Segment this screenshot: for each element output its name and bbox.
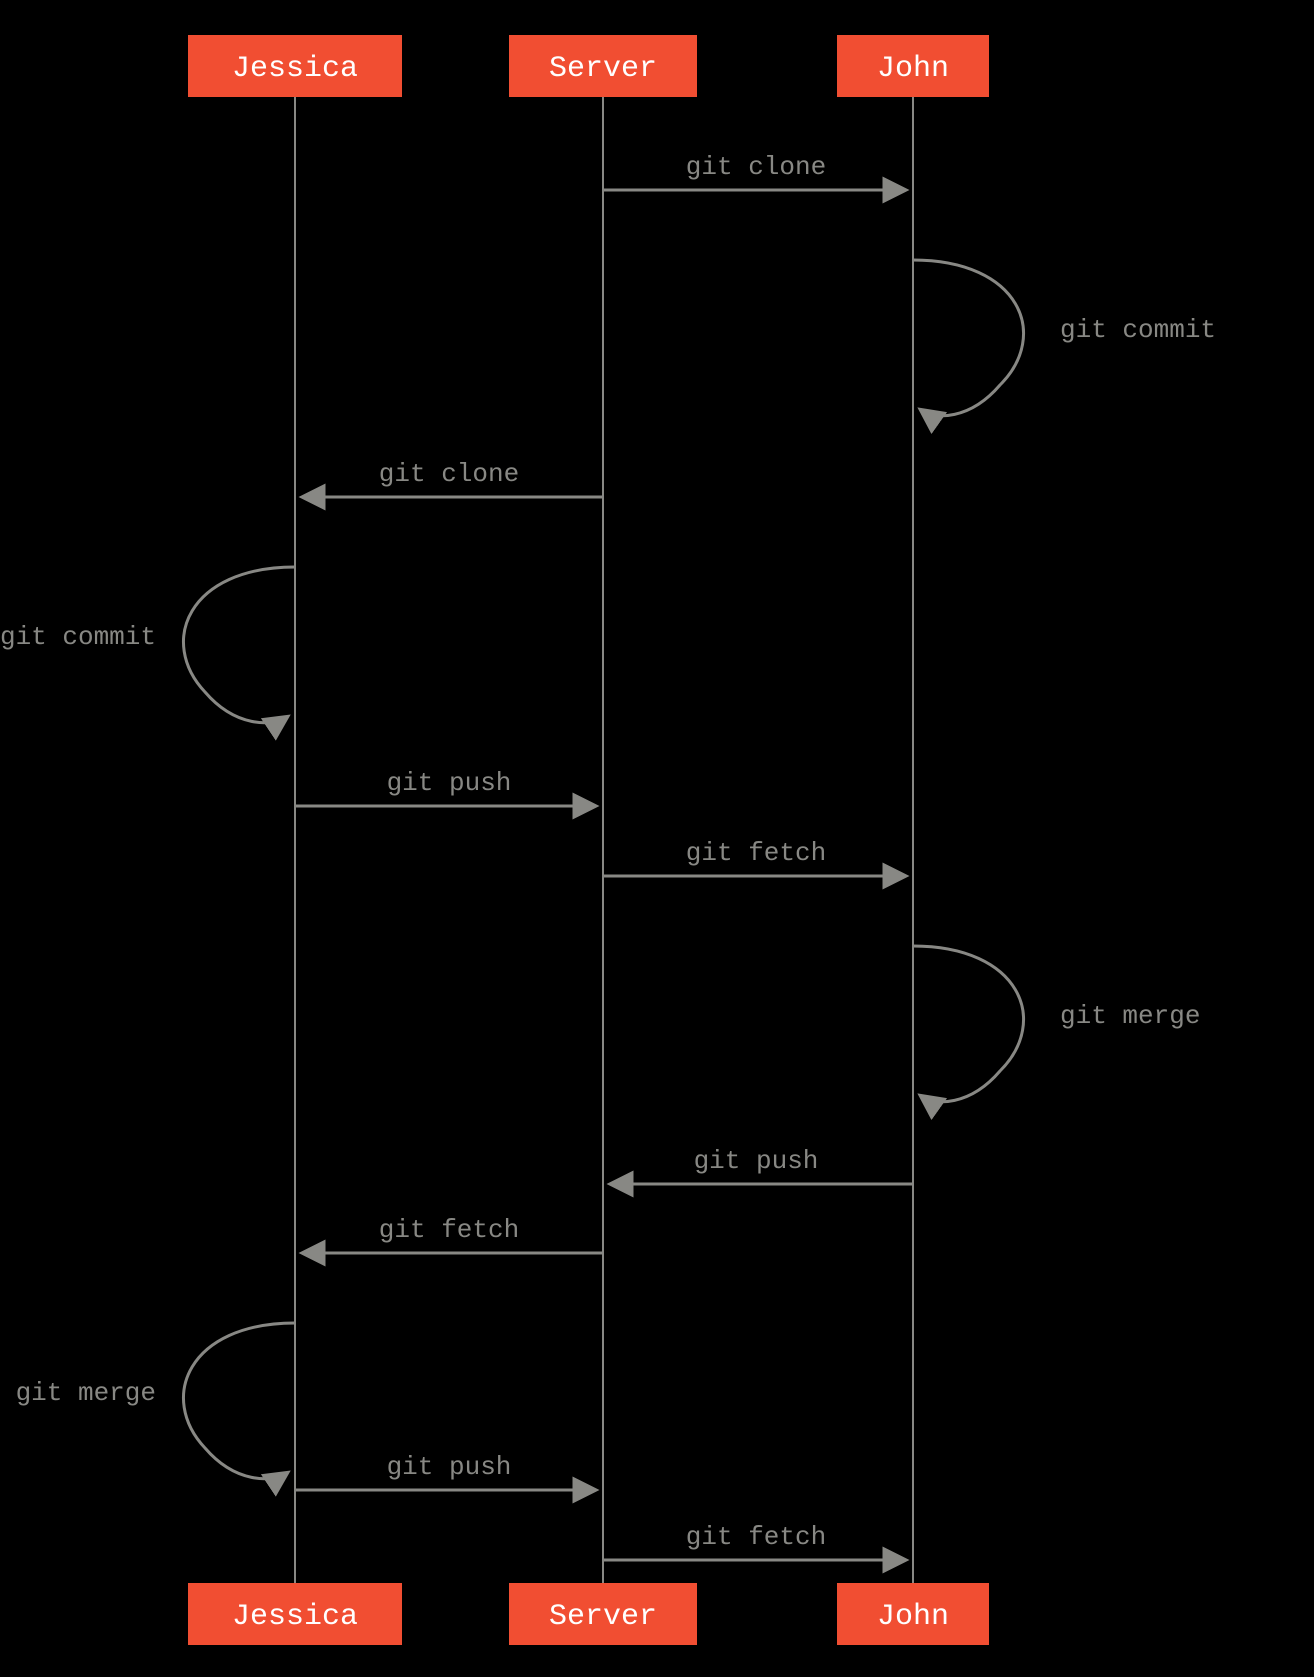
msg-git-fetch-server-jessica: git fetch xyxy=(303,1215,603,1253)
msg-git-merge-john: git merge xyxy=(913,946,1200,1102)
msg-git-merge-jessica: git merge xyxy=(16,1323,295,1479)
actor-jessica-bottom: Jessica xyxy=(188,1583,402,1645)
msg-git-push-jessica-server-2: git push xyxy=(295,1452,595,1490)
msg-git-clone-server-jessica: git clone xyxy=(303,459,603,497)
msg-label: git merge xyxy=(16,1378,156,1408)
msg-label: git fetch xyxy=(379,1215,519,1245)
msg-label: git fetch xyxy=(686,838,826,868)
msg-git-fetch-server-john-1: git fetch xyxy=(603,838,905,876)
actor-server-bottom-label: Server xyxy=(549,1600,657,1634)
msg-label: git push xyxy=(387,768,512,798)
msg-label: git commit xyxy=(0,622,156,652)
actor-server-bottom: Server xyxy=(509,1583,697,1645)
msg-label: git fetch xyxy=(686,1522,826,1552)
msg-git-commit-jessica: git commit xyxy=(0,567,295,723)
msg-git-push-jessica-server-1: git push xyxy=(295,768,595,806)
msg-git-fetch-server-john-2: git fetch xyxy=(603,1522,905,1560)
msg-label: git push xyxy=(387,1452,512,1482)
msg-git-commit-john: git commit xyxy=(913,260,1216,416)
msg-label: git merge xyxy=(1060,1001,1200,1031)
actor-john-bottom: John xyxy=(837,1583,989,1645)
actor-server-top-label: Server xyxy=(549,52,657,86)
actor-john-top-label: John xyxy=(877,52,949,86)
sequence-diagram: Jessica Server John Jessica Server John … xyxy=(0,0,1314,1677)
actor-jessica-top-label: Jessica xyxy=(232,52,358,86)
msg-label: git clone xyxy=(686,152,826,182)
actor-jessica-bottom-label: Jessica xyxy=(232,1600,358,1634)
actor-server-top: Server xyxy=(509,35,697,97)
msg-git-clone-server-john: git clone xyxy=(603,152,905,190)
msg-label: git clone xyxy=(379,459,519,489)
actor-john-bottom-label: John xyxy=(877,1600,949,1634)
msg-label: git push xyxy=(694,1146,819,1176)
actor-john-top: John xyxy=(837,35,989,97)
msg-git-push-john-server: git push xyxy=(611,1146,913,1184)
actor-jessica-top: Jessica xyxy=(188,35,402,97)
msg-label: git commit xyxy=(1060,315,1216,345)
